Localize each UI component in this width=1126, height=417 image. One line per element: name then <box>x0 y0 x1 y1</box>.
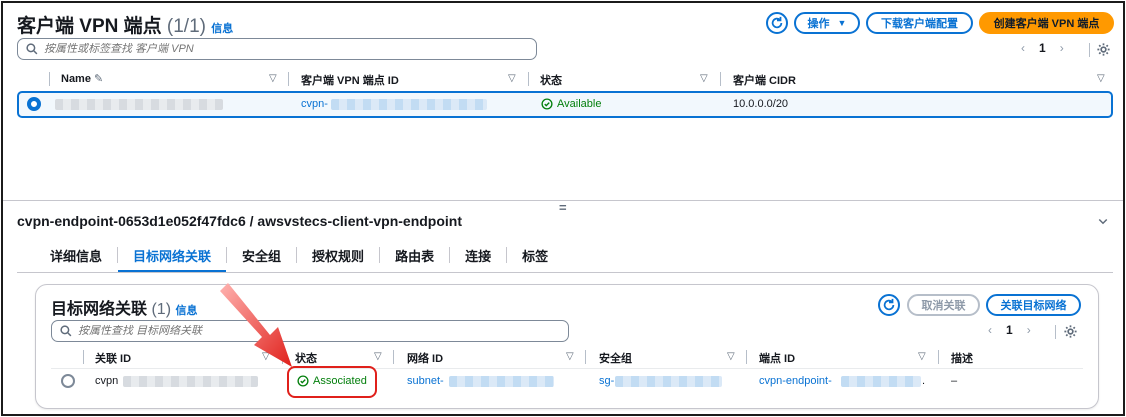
sort-icon[interactable]: ▽ <box>727 351 735 362</box>
refresh-button[interactable] <box>766 12 788 34</box>
refresh-icon <box>883 298 895 311</box>
actions-label: 操作 <box>807 18 830 30</box>
column-header-endpoint-id[interactable]: 客户端 VPN 端点 ID <box>301 72 399 88</box>
column-divider <box>83 350 84 364</box>
column-divider <box>49 72 50 86</box>
row-radio-selected[interactable] <box>27 97 41 111</box>
endpoint-search[interactable] <box>17 38 537 60</box>
app-window: 客户端 VPN 端点 (1/1) 信息 操作 ▼ 下载客户端配置 创建客户端 V… <box>1 1 1125 416</box>
header-rule <box>51 368 1083 369</box>
divider <box>1089 43 1090 57</box>
tabs-underline <box>17 272 1113 273</box>
check-circle-icon <box>297 375 309 387</box>
sort-icon[interactable]: ▽ <box>508 73 516 84</box>
tab-route-table[interactable]: 路由表 <box>380 242 449 268</box>
prev-page-icon[interactable]: ‹ <box>988 323 992 337</box>
pagination: ‹ 1 › <box>1021 41 1064 55</box>
prev-page-icon[interactable]: ‹ <box>1021 41 1025 55</box>
divider <box>1055 325 1056 339</box>
column-header-cidr[interactable]: 客户端 CIDR <box>733 72 796 88</box>
column-divider <box>528 72 529 86</box>
column-divider <box>585 350 586 364</box>
sort-icon[interactable]: ▽ <box>374 351 382 362</box>
association-id-prefix: cvpn <box>95 375 119 387</box>
redacted-endpoint-id <box>331 99 487 110</box>
page-title-count: (1/1) <box>166 16 206 37</box>
column-header-association-id[interactable]: 关联 ID <box>95 350 131 366</box>
search-input[interactable] <box>78 325 536 337</box>
row-radio[interactable] <box>61 374 75 388</box>
check-circle-icon <box>541 98 553 110</box>
sort-icon[interactable]: ▽ <box>700 73 708 84</box>
tab-authorization-rules[interactable]: 授权规则 <box>297 242 379 268</box>
refresh-button[interactable] <box>878 294 900 316</box>
security-group-link[interactable]: sg- <box>599 375 614 387</box>
column-divider <box>720 72 721 86</box>
drag-handle-icon[interactable]: = <box>559 200 567 215</box>
column-divider <box>393 350 394 364</box>
endpoint-id-link[interactable]: cvpn- <box>301 98 328 110</box>
associations-search[interactable] <box>51 320 569 342</box>
search-icon <box>26 43 38 55</box>
tab-tags[interactable]: 标签 <box>507 242 563 268</box>
description-value: – <box>951 375 958 387</box>
redacted-name <box>55 99 223 110</box>
sort-icon[interactable]: ▽ <box>1097 73 1105 84</box>
network-id-link[interactable]: subnet- <box>407 375 444 387</box>
download-config-button[interactable]: 下载客户端配置 <box>866 12 973 34</box>
associate-network-button[interactable]: 关联目标网络 <box>986 294 1081 316</box>
sort-icon[interactable]: ▽ <box>566 351 574 362</box>
detail-heading: cvpn-endpoint-0653d1e052f47fdc6 / awsvst… <box>17 213 463 229</box>
column-header-name[interactable]: Name ✎ <box>61 72 103 85</box>
caret-down-icon: ▼ <box>837 18 847 28</box>
redacted-endpoint-id <box>841 376 921 387</box>
info-link[interactable]: 信息 <box>211 23 233 35</box>
create-endpoint-button[interactable]: 创建客户端 VPN 端点 <box>979 12 1114 34</box>
chevron-down-icon[interactable] <box>1097 215 1109 227</box>
tab-connections[interactable]: 连接 <box>450 242 506 268</box>
column-header-endpoint-id[interactable]: 端点 ID <box>759 350 795 366</box>
endpoint-id-link[interactable]: cvpn-endpoint- <box>759 375 832 387</box>
settings-gear-icon[interactable] <box>1096 42 1111 57</box>
column-divider <box>746 350 747 364</box>
cidr-value: 10.0.0.0/20 <box>733 98 789 110</box>
column-divider <box>288 72 289 86</box>
page-number[interactable]: 1 <box>1006 323 1013 337</box>
page-title: 客户端 VPN 端点 (1/1) 信息 <box>17 11 233 38</box>
disassociate-button[interactable]: 取消关联 <box>907 294 980 316</box>
settings-gear-icon[interactable] <box>1063 324 1078 339</box>
refresh-icon <box>771 16 783 29</box>
redacted-security-group <box>615 376 722 387</box>
endpoint-id-suffix: . <box>922 375 926 387</box>
detail-tabs: 详细信息 目标网络关联 安全组 授权规则 路由表 连接 标签 <box>35 242 563 273</box>
associations-title: 目标网络关联 (1) 信息 <box>51 301 198 318</box>
column-header-status[interactable]: 状态 <box>540 72 562 88</box>
search-input[interactable] <box>44 43 503 55</box>
sort-icon[interactable]: ▽ <box>269 73 277 84</box>
page-number[interactable]: 1 <box>1039 41 1046 55</box>
tab-details[interactable]: 详细信息 <box>35 242 117 268</box>
status-available: Available <box>541 98 601 110</box>
page-title-text: 客户端 VPN 端点 <box>17 16 162 37</box>
actions-dropdown[interactable]: 操作 ▼ <box>794 12 860 34</box>
column-header-description[interactable]: 描述 <box>951 350 973 366</box>
next-page-icon[interactable]: › <box>1060 41 1064 55</box>
column-header-network-id[interactable]: 网络 ID <box>407 350 443 366</box>
sort-icon[interactable]: ▽ <box>918 351 926 362</box>
search-icon <box>60 325 72 337</box>
status-associated: Associated <box>297 375 367 387</box>
next-page-icon[interactable]: › <box>1027 323 1031 337</box>
tab-security-groups[interactable]: 安全组 <box>227 242 296 268</box>
tab-target-network-associations[interactable]: 目标网络关联 <box>118 242 227 273</box>
redacted-network-id <box>449 376 554 387</box>
column-header-security-group[interactable]: 安全组 <box>599 350 632 366</box>
annotation-arrow-icon <box>220 283 292 367</box>
pagination: ‹ 1 › <box>988 323 1031 337</box>
column-header-status[interactable]: 状态 <box>295 350 317 366</box>
column-divider <box>938 350 939 364</box>
redacted-association-id <box>123 376 258 387</box>
info-link[interactable]: 信息 <box>175 305 197 317</box>
